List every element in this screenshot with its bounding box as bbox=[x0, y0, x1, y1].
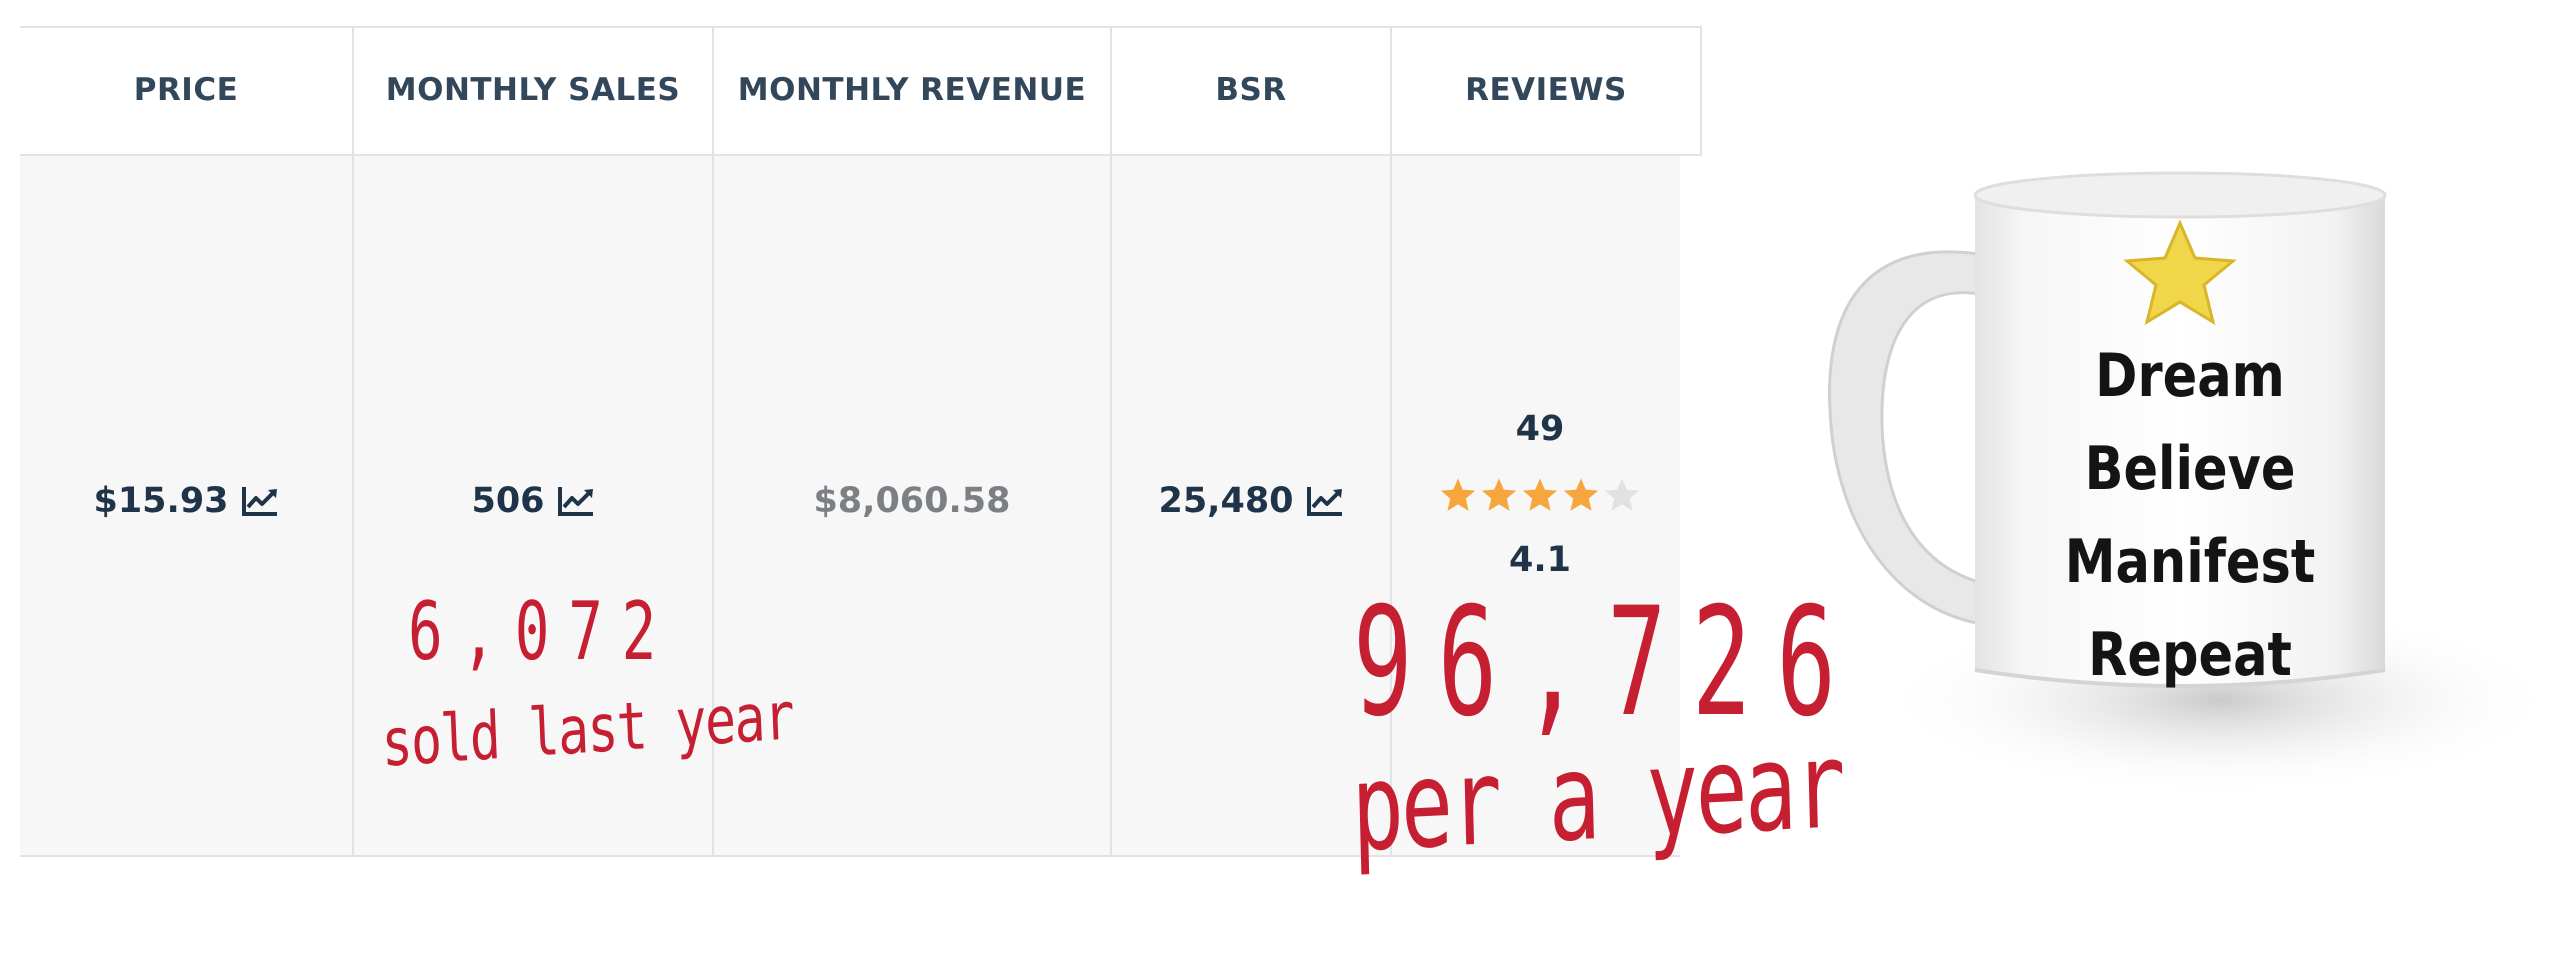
price-value: $15.93 bbox=[93, 481, 229, 521]
header-price[interactable]: PRICE bbox=[20, 26, 352, 154]
mug-line-3: Manifest bbox=[2064, 527, 2316, 597]
header-monthly-sales[interactable]: MONTHLY SALES bbox=[354, 26, 712, 154]
star-rating bbox=[1390, 476, 1690, 514]
star-filled-icon bbox=[1440, 478, 1476, 511]
header-reviews[interactable]: REVIEWS bbox=[1392, 26, 1700, 154]
mug-slogan: Dream Believe Manifest Repeat bbox=[2020, 330, 2360, 702]
column-divider bbox=[1700, 26, 1702, 156]
price-trend-chart-icon[interactable] bbox=[241, 485, 279, 517]
mug-line-4: Repeat bbox=[2088, 620, 2292, 690]
monthly-revenue-value: $8,060.58 bbox=[813, 481, 1011, 521]
header-bsr[interactable]: BSR bbox=[1112, 26, 1390, 154]
sales-trend-chart-icon[interactable] bbox=[557, 485, 595, 517]
average-rating: 4.1 bbox=[1508, 540, 1571, 580]
monthly-sales-value: 506 bbox=[471, 481, 545, 521]
bsr-cell: 25,480 bbox=[1112, 156, 1390, 846]
bsr-value: 25,480 bbox=[1158, 481, 1294, 521]
header-monthly-revenue[interactable]: MONTHLY REVENUE bbox=[714, 26, 1110, 154]
mug-line-1: Dream bbox=[2095, 341, 2285, 411]
star-filled-icon bbox=[1522, 478, 1558, 511]
price-cell: $15.93 bbox=[20, 156, 352, 846]
bsr-trend-chart-icon[interactable] bbox=[1306, 485, 1344, 517]
star-empty-icon bbox=[1604, 478, 1640, 511]
star-filled-icon bbox=[1563, 478, 1599, 511]
star-filled-icon bbox=[1481, 478, 1517, 511]
reviews-count: 49 bbox=[1515, 409, 1565, 449]
mug-line-2: Believe bbox=[2084, 434, 2296, 504]
annotation-yearly-sales: 6,072 bbox=[408, 585, 675, 678]
